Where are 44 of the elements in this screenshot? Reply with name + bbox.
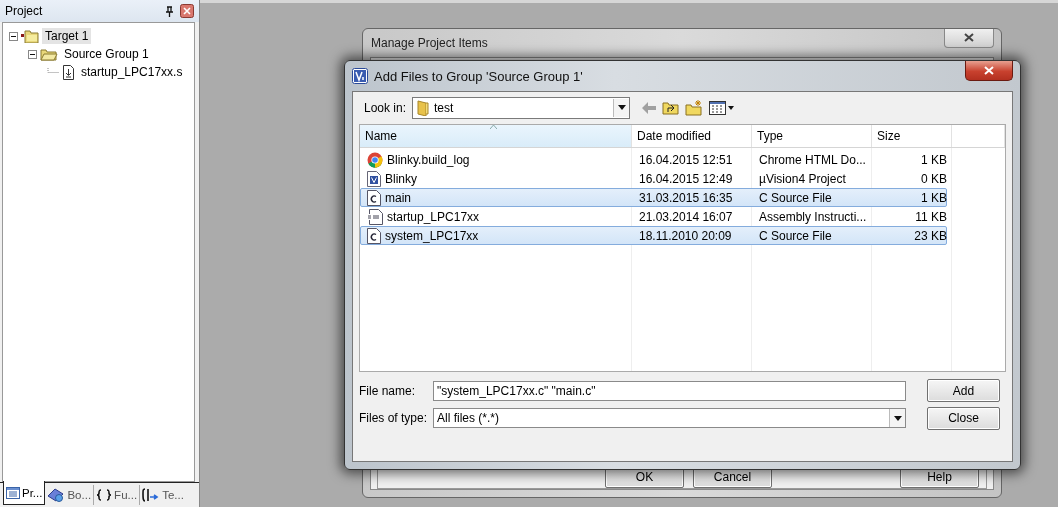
file-type: Assembly Instructi... (758, 209, 868, 224)
file-name: system_LPC17xx (385, 228, 479, 243)
file-row[interactable]: system_LPC17xx 18.11.2010 20:09 C Source File 23 KB (360, 226, 947, 245)
file-date: 18.11.2010 20:09 (638, 228, 733, 243)
file-row[interactable]: startup_LPC17xx 21.03.2014 16:07 Assembly Instructi... 11 KB (360, 207, 947, 226)
file-size: 0 KB (920, 171, 948, 186)
file-row[interactable]: main 31.03.2015 16:35 C Source File 1 KB (360, 188, 947, 207)
field-label: Files of type: (359, 411, 429, 425)
file-date: 16.04.2015 12:51 (638, 152, 734, 167)
file-size: 1 KB (920, 152, 948, 167)
file-type: C Source File (758, 190, 833, 205)
tree-item[interactable]: Target 1 (42, 28, 92, 44)
file-name-field[interactable]: "system_LPC17xx.c" "main.c" (433, 380, 906, 401)
file-type: µVision4 Project (758, 171, 847, 186)
panel-tab[interactable]: Bo... (45, 485, 95, 505)
file-size: 11 KB (914, 209, 948, 224)
dialog-title: Manage Project Items (370, 36, 489, 50)
panel-title: Project (5, 4, 44, 18)
file-row[interactable]: Blinky.build_log 16.04.2015 12:51 Chrome HTML Do... 1 KB (360, 150, 947, 169)
panel-tab[interactable]: Pr... (3, 481, 46, 505)
tree-item[interactable]: startup_LPC17xx.s (78, 64, 186, 80)
file-name: main (385, 190, 411, 205)
file-name: startup_LPC17xx (387, 209, 480, 224)
panel-tab[interactable]: Te... (140, 485, 186, 505)
file-date: 16.04.2015 12:49 (638, 171, 734, 186)
field-label: File name: (359, 383, 417, 398)
file-type: Chrome HTML Do... (758, 152, 867, 167)
add-button[interactable]: Add (927, 379, 1000, 402)
file-name: Blinky.build_log (387, 152, 470, 167)
field-label: Look in: (364, 100, 407, 115)
column-header[interactable]: Name (360, 125, 632, 147)
panel-tab[interactable]: Fu... (94, 485, 141, 505)
file-size: 23 KB (913, 228, 948, 243)
folder-dropdown[interactable]: test (412, 96, 631, 119)
file-type-dropdown[interactable]: All files (*.*) (433, 408, 906, 428)
tree-item[interactable]: Source Group 1 (61, 46, 152, 62)
file-type: C Source File (758, 228, 833, 243)
dialog-title: Add Files to Group 'Source Group 1' (374, 68, 584, 84)
file-row[interactable]: Blinky 16.04.2015 12:49 µVision4 Project 0 KB (360, 169, 947, 188)
file-size: 1 KB (920, 190, 948, 205)
file-date: 31.03.2015 16:35 (638, 190, 734, 205)
close-button[interactable]: Close (927, 406, 1000, 430)
file-date: 21.03.2014 16:07 (638, 209, 734, 224)
file-name: Blinky (385, 171, 417, 186)
